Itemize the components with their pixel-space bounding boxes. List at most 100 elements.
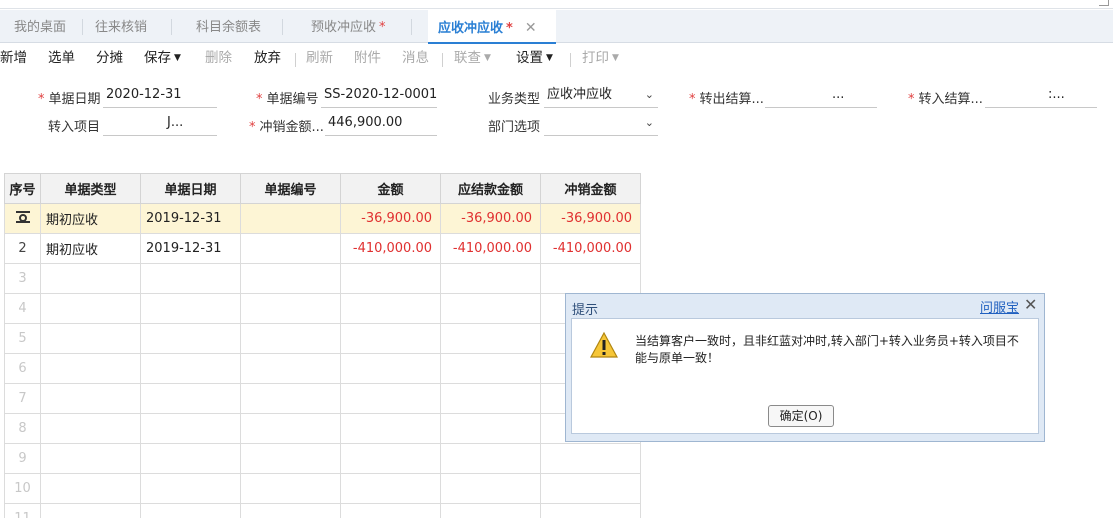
empty-cell[interactable] (240, 293, 341, 324)
empty-cell[interactable] (140, 413, 241, 444)
tab-close-icon[interactable]: ✕ (525, 20, 537, 36)
column-header-seq[interactable]: 序号 (4, 173, 41, 204)
print-button[interactable]: 打印 ▼ (582, 44, 619, 74)
empty-cell[interactable] (340, 503, 441, 518)
attachment-button[interactable]: 附件 (354, 44, 381, 74)
discard-button[interactable]: 放弃 (254, 44, 281, 74)
empty-cell[interactable] (340, 383, 441, 414)
empty-cell[interactable] (140, 293, 241, 324)
column-header-bill-type[interactable]: 单据类型 (40, 173, 141, 204)
empty-cell[interactable] (440, 503, 541, 518)
dept-option-select[interactable]: ⌄ (544, 112, 658, 136)
link-query-button[interactable]: 联查 ▼ (454, 44, 491, 74)
table-row-empty[interactable]: 8 (4, 413, 641, 444)
empty-cell[interactable] (240, 443, 341, 474)
empty-cell[interactable] (140, 503, 241, 518)
cell-bill-date[interactable]: 2019-12-31 (140, 203, 241, 234)
tab-account-balance[interactable]: 科目余额表 (172, 10, 283, 43)
empty-cell[interactable] (240, 473, 341, 504)
empty-cell[interactable] (240, 323, 341, 354)
empty-cell[interactable] (440, 293, 541, 324)
cell-writeoff-amount[interactable]: -36,900.00 (540, 203, 641, 234)
table-row-empty[interactable]: 10 (4, 473, 641, 504)
cell-bill-type[interactable]: 期初应收 (40, 203, 141, 234)
empty-cell[interactable] (240, 413, 341, 444)
transfer-in-field[interactable]: :... (985, 84, 1097, 108)
empty-cell[interactable] (440, 413, 541, 444)
cell-bill-no[interactable] (240, 233, 341, 264)
bill-date-field[interactable]: 2020-12-31 (103, 84, 217, 108)
writeoff-amount-field[interactable]: 446,900.00 (325, 112, 437, 136)
empty-cell[interactable] (40, 503, 141, 518)
empty-cell[interactable] (40, 293, 141, 324)
table-row-empty[interactable]: 11 (4, 503, 641, 518)
empty-cell[interactable] (140, 263, 241, 294)
allocate-button[interactable]: 分摊 (96, 44, 123, 74)
settings-button[interactable]: 设置 ▼ (516, 44, 553, 74)
table-row-empty[interactable]: 4 (4, 293, 641, 324)
message-button[interactable]: 消息 (402, 44, 429, 74)
empty-cell[interactable] (340, 263, 441, 294)
tab-desktop[interactable]: 我的桌面 (0, 10, 83, 43)
row-settings-cell[interactable] (4, 203, 41, 234)
empty-cell[interactable] (540, 443, 641, 474)
empty-cell[interactable] (440, 383, 541, 414)
new-button[interactable]: 新增 (0, 44, 27, 74)
empty-cell[interactable] (140, 443, 241, 474)
empty-cell[interactable] (240, 503, 341, 518)
table-row-empty[interactable]: 9 (4, 443, 641, 474)
cell-bill-no[interactable] (240, 203, 341, 234)
empty-cell[interactable] (340, 473, 441, 504)
empty-cell[interactable] (340, 353, 441, 384)
empty-cell[interactable] (40, 443, 141, 474)
column-header-bill-no[interactable]: 单据编号 (240, 173, 341, 204)
empty-cell[interactable] (40, 413, 141, 444)
tab-reconciliation[interactable]: 往来核销 (83, 10, 172, 43)
empty-cell[interactable] (440, 323, 541, 354)
empty-cell[interactable] (40, 263, 141, 294)
empty-cell[interactable] (40, 353, 141, 384)
empty-cell[interactable] (540, 473, 641, 504)
column-header-amount[interactable]: 金额 (340, 173, 441, 204)
column-header-writeoff-amount[interactable]: 冲销金额 (540, 173, 641, 204)
empty-cell[interactable] (140, 323, 241, 354)
refresh-button[interactable]: 刷新 (306, 44, 333, 74)
bill-no-field[interactable]: SS-2020-12-0001 (321, 84, 437, 108)
empty-cell[interactable] (40, 383, 141, 414)
empty-cell[interactable] (440, 473, 541, 504)
empty-cell[interactable] (440, 353, 541, 384)
empty-cell[interactable] (140, 473, 241, 504)
cell-due-amount[interactable]: -36,900.00 (440, 203, 541, 234)
table-row[interactable]: 2 期初应收 2019-12-31 -410,000.00 -410,000.0… (4, 233, 641, 264)
transfer-project-field[interactable]: J... (103, 112, 217, 136)
empty-cell[interactable] (340, 413, 441, 444)
column-header-bill-date[interactable]: 单据日期 (140, 173, 241, 204)
empty-cell[interactable] (240, 353, 341, 384)
table-row-empty[interactable]: 6 (4, 353, 641, 384)
empty-cell[interactable] (140, 353, 241, 384)
select-bill-button[interactable]: 选单 (48, 44, 75, 74)
tab-receivable-offset[interactable]: 应收冲应收 * ✕ (428, 10, 556, 44)
empty-cell[interactable] (40, 323, 141, 354)
cell-amount[interactable]: -36,900.00 (340, 203, 441, 234)
help-link[interactable]: 问服宝 (980, 297, 1019, 316)
table-row-empty[interactable]: 5 (4, 323, 641, 354)
cell-due-amount[interactable]: -410,000.00 (440, 233, 541, 264)
empty-cell[interactable] (240, 383, 341, 414)
empty-cell[interactable] (240, 263, 341, 294)
empty-cell[interactable] (540, 263, 641, 294)
delete-button[interactable]: 删除 (205, 44, 232, 74)
empty-cell[interactable] (40, 473, 141, 504)
empty-cell[interactable] (340, 443, 441, 474)
column-header-due-amount[interactable]: 应结款金额 (440, 173, 541, 204)
table-row-empty[interactable]: 7 (4, 383, 641, 414)
transfer-out-field[interactable]: ... (765, 84, 877, 108)
cell-bill-date[interactable]: 2019-12-31 (140, 233, 241, 264)
biz-type-select[interactable]: 应收冲应收 ⌄ (544, 84, 658, 108)
empty-cell[interactable] (140, 383, 241, 414)
cell-writeoff-amount[interactable]: -410,000.00 (540, 233, 641, 264)
ok-button[interactable]: 确定(O) (768, 405, 834, 427)
empty-cell[interactable] (340, 293, 441, 324)
row-settings-icon[interactable] (15, 210, 30, 223)
close-icon[interactable]: ✕ (1024, 295, 1037, 314)
